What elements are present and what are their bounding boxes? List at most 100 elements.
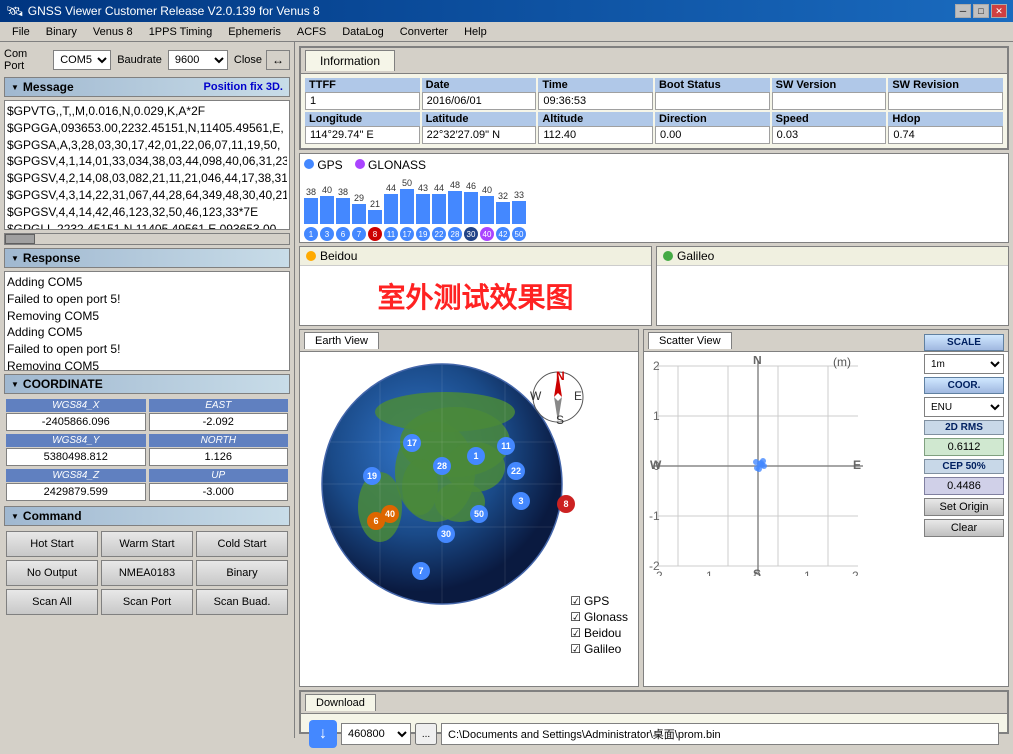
sat-num-badge: 50 [512, 227, 526, 241]
info-grid: TTFF 1 Date 2016/06/01 Time 09:36:53 Boo… [301, 74, 1007, 148]
boot-status-value [655, 92, 770, 110]
menu-converter[interactable]: Converter [392, 25, 456, 39]
svg-text:S: S [753, 567, 761, 576]
earth-panel: Earth View [299, 329, 639, 687]
no-output-button[interactable]: No Output [6, 560, 98, 586]
sat-bar [416, 194, 430, 224]
coor-select[interactable]: ENUWGS84 [924, 397, 1004, 417]
beidou-legend-label: Beidou [584, 626, 621, 640]
outdoor-test-text: 室外测试效果图 [300, 266, 651, 325]
hot-start-button[interactable]: Hot Start [6, 531, 98, 557]
close-button[interactable]: ✕ [991, 4, 1007, 18]
sat-dot-17: 17 [403, 434, 421, 452]
scale-select[interactable]: 1m5m10m [924, 354, 1004, 374]
compass-svg: N S E W [528, 367, 588, 427]
sat-dot-30: 30 [437, 525, 455, 543]
sat-bar-num: 29 [354, 193, 364, 203]
up-value: -3.000 [149, 483, 289, 501]
menubar: File Binary Venus 8 1PPS Timing Ephemeri… [0, 22, 1013, 42]
time-cell: Time 09:36:53 [538, 78, 653, 110]
menu-ephemeris[interactable]: Ephemeris [220, 25, 289, 39]
app-icon: 🛰 [6, 3, 24, 20]
sat-dot-50: 50 [470, 505, 488, 523]
galileo-checkbox[interactable]: ☑ [570, 642, 581, 656]
browse-button[interactable]: ... [415, 723, 437, 745]
glonass-checkbox[interactable]: ☑ [570, 610, 581, 624]
menu-help[interactable]: Help [456, 25, 495, 39]
binary-button[interactable]: Binary [196, 560, 288, 586]
menu-datalog[interactable]: DataLog [334, 25, 392, 39]
scan-port-button[interactable]: Scan Port [101, 589, 193, 615]
download-icon[interactable]: ↓ [309, 720, 337, 748]
gps-dot [304, 159, 314, 169]
sat-bar-num: 40 [322, 185, 332, 195]
download-baud-select[interactable]: 4608001152009600 [341, 723, 411, 745]
sat-bar [432, 194, 446, 224]
connect-button[interactable]: ↔ [266, 50, 290, 70]
menu-file[interactable]: File [4, 25, 38, 39]
sat-dot-1: 1 [467, 447, 485, 465]
svg-text:2: 2 [852, 569, 859, 576]
menu-acfs[interactable]: ACFS [289, 25, 334, 39]
svg-text:E: E [574, 389, 582, 403]
baudrate-select[interactable]: 9600480019200115200 [168, 50, 228, 70]
gps-checkbox[interactable]: ☑ [570, 594, 581, 608]
sat-dot-40: 40 [381, 505, 399, 523]
sat-num-badge: 28 [448, 227, 462, 241]
msg-line: $GPGSA,A,3,28,03,30,17,42,01,22,06,07,11… [7, 137, 287, 154]
earth-tab[interactable]: Earth View [304, 332, 379, 349]
hdop-value: 0.74 [888, 126, 1003, 144]
msg-line: $GPGGA,093653.00,2232.45151,N,11405.4956… [7, 120, 287, 137]
download-tab[interactable]: Download [305, 694, 376, 711]
maximize-button[interactable]: □ [973, 4, 989, 18]
satellite-numbers: 13678111719222830404250 [304, 227, 1004, 241]
sat-num-badge: 11 [384, 227, 398, 241]
minimize-button[interactable]: ─ [955, 4, 971, 18]
coor-button[interactable]: COOR. [924, 377, 1004, 394]
scale-button[interactable]: SCALE [924, 334, 1004, 351]
scan-baud-button[interactable]: Scan Buad. [196, 589, 288, 615]
sw-version-cell: SW Version [772, 78, 887, 110]
scan-all-button[interactable]: Scan All [6, 589, 98, 615]
sat-bar [448, 191, 462, 224]
beidou-checkbox[interactable]: ☑ [570, 626, 581, 640]
svg-text:W: W [530, 389, 542, 403]
clear-button[interactable]: Clear [924, 519, 1004, 537]
msg-line: $GPGSV,4,1,14,01,33,034,38,03,44,098,40,… [7, 153, 287, 170]
menu-binary[interactable]: Binary [38, 25, 85, 39]
baudrate-label: Baudrate [117, 54, 162, 66]
sat-bar-num: 44 [386, 183, 396, 193]
scroll-thumb[interactable] [5, 234, 35, 244]
set-origin-button[interactable]: Set Origin [924, 498, 1004, 516]
altitude-label: Altitude [538, 112, 653, 126]
galileo-dot [663, 251, 673, 261]
message-box[interactable]: $GPVTG,,T,,M,0.016,N,0.029,K,A*2F $GPGGA… [4, 100, 290, 230]
response-box[interactable]: Adding COM5 Failed to open port 5! Remov… [4, 271, 290, 371]
menu-venus8[interactable]: Venus 8 [85, 25, 141, 39]
nmea0183-button[interactable]: NMEA0183 [101, 560, 193, 586]
legend-beidou: ☑ Beidou [570, 626, 628, 640]
sat-num-badge: 17 [400, 227, 414, 241]
sat-bar-num: 32 [498, 191, 508, 201]
scatter-tab[interactable]: Scatter View [648, 332, 732, 349]
sat-bar-col: 43 [416, 183, 430, 224]
wgs84y-label: WGS84_Y [6, 434, 146, 447]
resp-line: Failed to open port 5! [7, 341, 287, 358]
latitude-cell: Latitude 22°32′27.09" N [422, 112, 537, 144]
warm-start-button[interactable]: Warm Start [101, 531, 193, 557]
east-label: EAST [149, 399, 289, 412]
comport-select[interactable]: COM5COM1COM2 [53, 50, 111, 70]
sat-num-badge: 1 [304, 227, 318, 241]
message-scrollbar[interactable] [4, 233, 290, 245]
info-tab[interactable]: Information [305, 50, 395, 71]
cold-start-button[interactable]: Cold Start [196, 531, 288, 557]
sat-bar [352, 204, 366, 224]
menu-1pps[interactable]: 1PPS Timing [141, 25, 221, 39]
svg-text:2: 2 [653, 359, 660, 373]
file-path: C:\Documents and Settings\Administrator\… [441, 723, 999, 745]
earth-content: 17 1 11 28 22 6 19 3 50 40 30 7 8 [300, 352, 638, 686]
legend-glonass: ☑ Glonass [570, 610, 628, 624]
glonass-legend: GLONASS [355, 158, 426, 172]
sat-bar-col: 44 [384, 183, 398, 224]
response-header: ▼ Response [4, 248, 290, 268]
